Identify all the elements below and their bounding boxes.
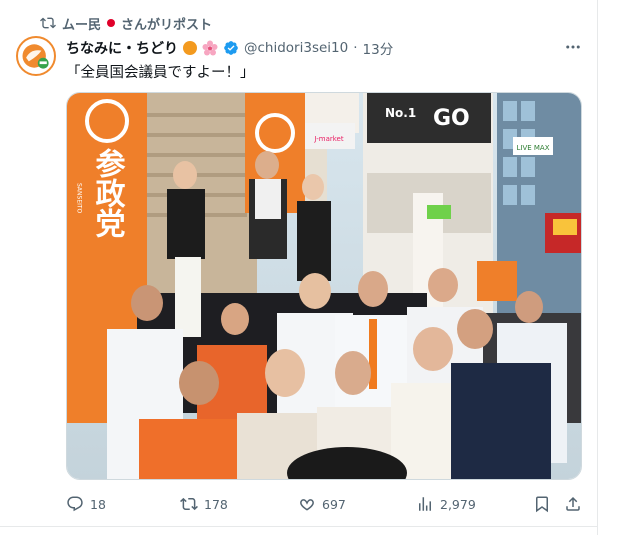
- orange-circle-icon: [183, 41, 197, 55]
- cherry-blossom-icon: [202, 40, 218, 56]
- store-no1-sign: No.1: [385, 106, 416, 120]
- heart-icon: [300, 499, 314, 511]
- left-banner-small-text: SANSEITO: [76, 183, 83, 214]
- avatar-logo-icon: [22, 44, 49, 69]
- repost-suffix: さんがリポスト: [121, 17, 213, 33]
- views-count: 2,979: [440, 496, 476, 512]
- reply-button[interactable]: 18: [66, 492, 106, 516]
- tweet-header: ちなみに・ちどり @chidori3sei10 · 13分: [66, 38, 393, 58]
- retweet-button[interactable]: 178: [180, 492, 228, 516]
- share-upload-icon: [566, 496, 580, 511]
- live-max-sign: LIVE MAX: [516, 144, 549, 152]
- tweet-actions: 18 178 697 2,979: [66, 492, 582, 516]
- rally-photo-image: J-market No.1 GO LIVE MAX 参政党 SANSEITO: [67, 93, 581, 479]
- store-go-sign: GO: [433, 106, 470, 131]
- avatar[interactable]: [16, 36, 56, 76]
- j-market-sign: J-market: [313, 135, 343, 143]
- more-options-button[interactable]: [562, 38, 584, 56]
- like-count: 697: [322, 496, 346, 512]
- tweet-photo[interactable]: J-market No.1 GO LIVE MAX 参政党 SANSEITO: [66, 92, 582, 480]
- reply-icon: [67, 496, 83, 512]
- retweet-icon: [180, 497, 198, 511]
- retweet-count: 178: [204, 496, 228, 512]
- share-button[interactable]: [564, 492, 582, 516]
- more-dots-icon: [566, 45, 580, 49]
- timestamp[interactable]: 13分: [363, 38, 394, 58]
- japan-flag-icon: [107, 19, 116, 27]
- display-name[interactable]: ちなみに・ちどり: [66, 38, 178, 58]
- repost-indicator[interactable]: ムー民 さんがリポスト: [40, 13, 212, 33]
- tweet-separator: [0, 526, 597, 527]
- repost-icon: [40, 17, 56, 29]
- bookmark-icon: [536, 496, 548, 513]
- bookmark-button[interactable]: [533, 492, 551, 516]
- timeline-border-right: [597, 0, 598, 535]
- views-chart-icon: [419, 497, 431, 511]
- separator-dot: ·: [353, 40, 358, 56]
- left-banner-text: 参政党: [90, 148, 126, 238]
- views-button[interactable]: 2,979: [416, 492, 476, 516]
- verified-badge-icon: [224, 41, 238, 55]
- reply-count: 18: [90, 496, 106, 512]
- tweet-text: 「全員国会議員ですよー！」: [66, 65, 255, 81]
- like-button[interactable]: 697: [298, 492, 346, 516]
- repost-user[interactable]: ムー民: [62, 14, 101, 33]
- user-handle[interactable]: @chidori3sei10: [244, 40, 348, 56]
